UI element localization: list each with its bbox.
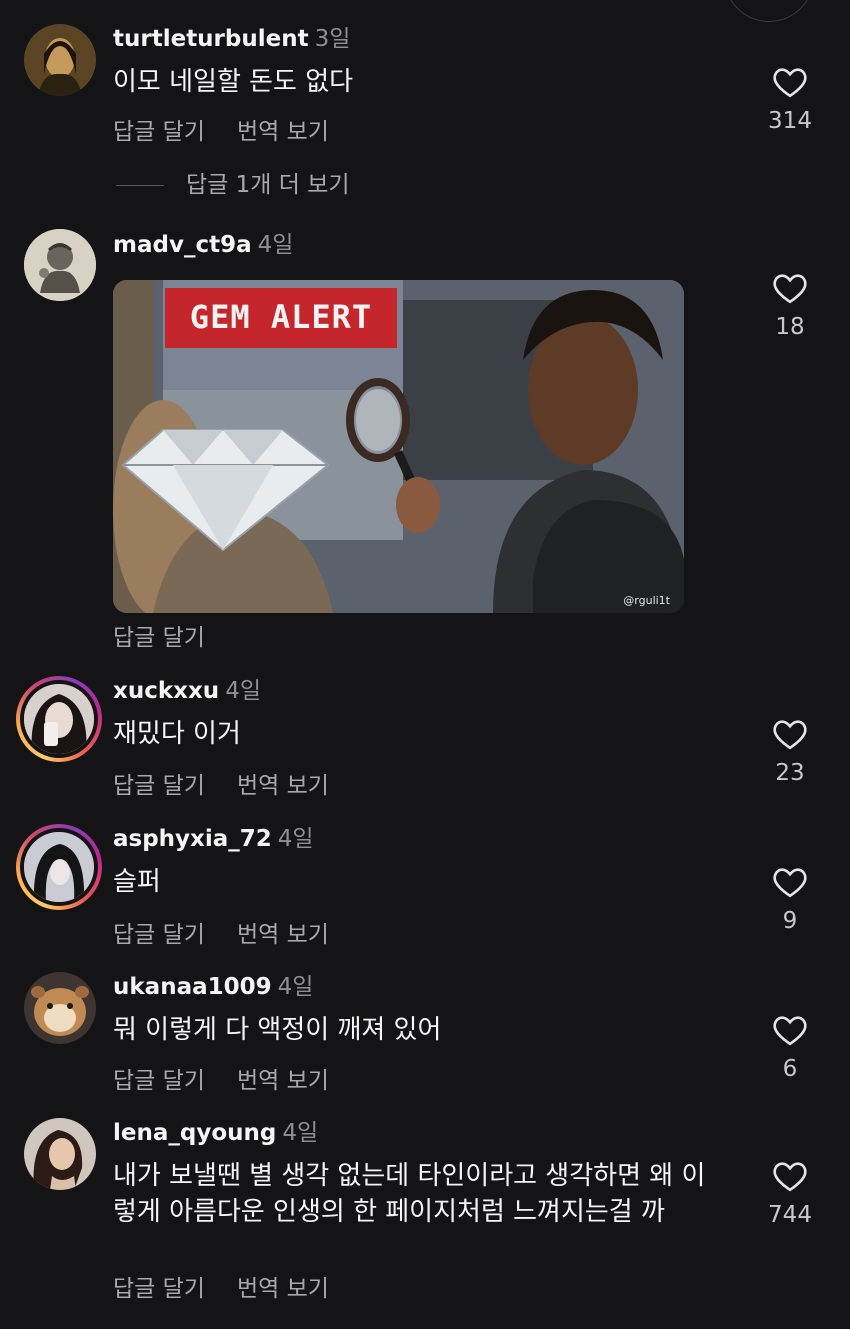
username[interactable]: madv_ct9a <box>113 232 252 258</box>
comment-text: 슬퍼 <box>113 867 161 897</box>
like-control[interactable]: 744 <box>760 1160 820 1228</box>
view-more-replies-label[interactable]: 답글 1개 더 보기 <box>186 172 350 198</box>
like-control[interactable]: 9 <box>760 866 820 934</box>
gif-attachment[interactable]: GEM ALERT @rguli1t <box>113 280 684 613</box>
like-control[interactable]: 23 <box>760 718 820 786</box>
avatar[interactable] <box>24 229 96 301</box>
comment-actions: 답글 달기 번역 보기 <box>113 112 361 146</box>
like-count: 314 <box>768 108 812 134</box>
comment-time: 4일 <box>257 232 294 258</box>
heart-outline-icon[interactable] <box>772 1160 808 1192</box>
avatar[interactable] <box>24 972 96 1044</box>
gif-banner-text: GEM ALERT <box>189 298 373 336</box>
divider-line <box>116 185 164 186</box>
comment-time: 3일 <box>314 26 351 52</box>
heart-outline-icon[interactable] <box>772 718 808 750</box>
reply-button[interactable]: 답글 달기 <box>113 1276 205 1302</box>
avatar-story-ring[interactable] <box>16 824 102 910</box>
comment-text: 재밌다 이거 <box>113 719 241 749</box>
comment-time: 4일 <box>277 826 314 852</box>
comment-time: 4일 <box>282 1120 319 1146</box>
translate-button[interactable]: 번역 보기 <box>237 1068 329 1094</box>
top-control-partial[interactable] <box>724 0 814 22</box>
like-count: 9 <box>782 908 798 934</box>
username[interactable]: turtleturbulent <box>113 26 309 52</box>
comment-actions: 답글 달기 번역 보기 <box>113 915 361 949</box>
comment-time: 4일 <box>277 974 314 1000</box>
reply-button[interactable]: 답글 달기 <box>113 119 205 145</box>
comment-actions: 답글 달기 <box>113 618 237 652</box>
reply-button[interactable]: 답글 달기 <box>113 773 205 799</box>
username[interactable]: asphyxia_72 <box>113 826 272 852</box>
reply-button[interactable]: 답글 달기 <box>113 1068 205 1094</box>
reply-button[interactable]: 답글 달기 <box>113 625 205 651</box>
like-control[interactable]: 6 <box>760 1014 820 1082</box>
like-control[interactable]: 18 <box>760 272 820 340</box>
reply-button[interactable]: 답글 달기 <box>113 922 205 948</box>
comment-actions: 답글 달기 번역 보기 <box>113 766 361 800</box>
gif-watermark: @rguli1t <box>623 594 670 607</box>
comment-time: 4일 <box>225 678 261 704</box>
username[interactable]: lena_qyoung <box>113 1120 276 1146</box>
heart-outline-icon[interactable] <box>772 866 808 898</box>
like-count: 6 <box>782 1056 798 1082</box>
username[interactable]: xuckxxu <box>113 678 219 704</box>
translate-button[interactable]: 번역 보기 <box>237 922 329 948</box>
like-count: 23 <box>775 760 805 786</box>
like-control[interactable]: 314 <box>760 66 820 134</box>
comment-text: 내가 보낼땐 별 생각 없는데 타인이라고 생각하면 왜 이렇게 아름다운 인생… <box>113 1161 706 1227</box>
translate-button[interactable]: 번역 보기 <box>237 773 329 799</box>
avatar-story-ring[interactable] <box>16 676 102 762</box>
like-count: 744 <box>768 1202 812 1228</box>
comment-actions: 답글 달기 번역 보기 <box>113 1269 361 1303</box>
translate-button[interactable]: 번역 보기 <box>237 1276 329 1302</box>
heart-outline-icon[interactable] <box>772 272 808 304</box>
like-count: 18 <box>775 314 805 340</box>
view-more-replies[interactable]: 답글 1개 더 보기 <box>116 165 350 199</box>
comment-text: 뭐 이렇게 다 액정이 깨져 있어 <box>113 1015 442 1045</box>
avatar[interactable] <box>24 24 96 96</box>
comment-text: 이모 네일할 돈도 없다 <box>113 67 354 97</box>
heart-outline-icon[interactable] <box>772 66 808 98</box>
avatar[interactable] <box>24 1118 96 1190</box>
username[interactable]: ukanaa1009 <box>113 974 272 1000</box>
translate-button[interactable]: 번역 보기 <box>237 119 329 145</box>
heart-outline-icon[interactable] <box>772 1014 808 1046</box>
comment-actions: 답글 달기 번역 보기 <box>113 1061 361 1095</box>
